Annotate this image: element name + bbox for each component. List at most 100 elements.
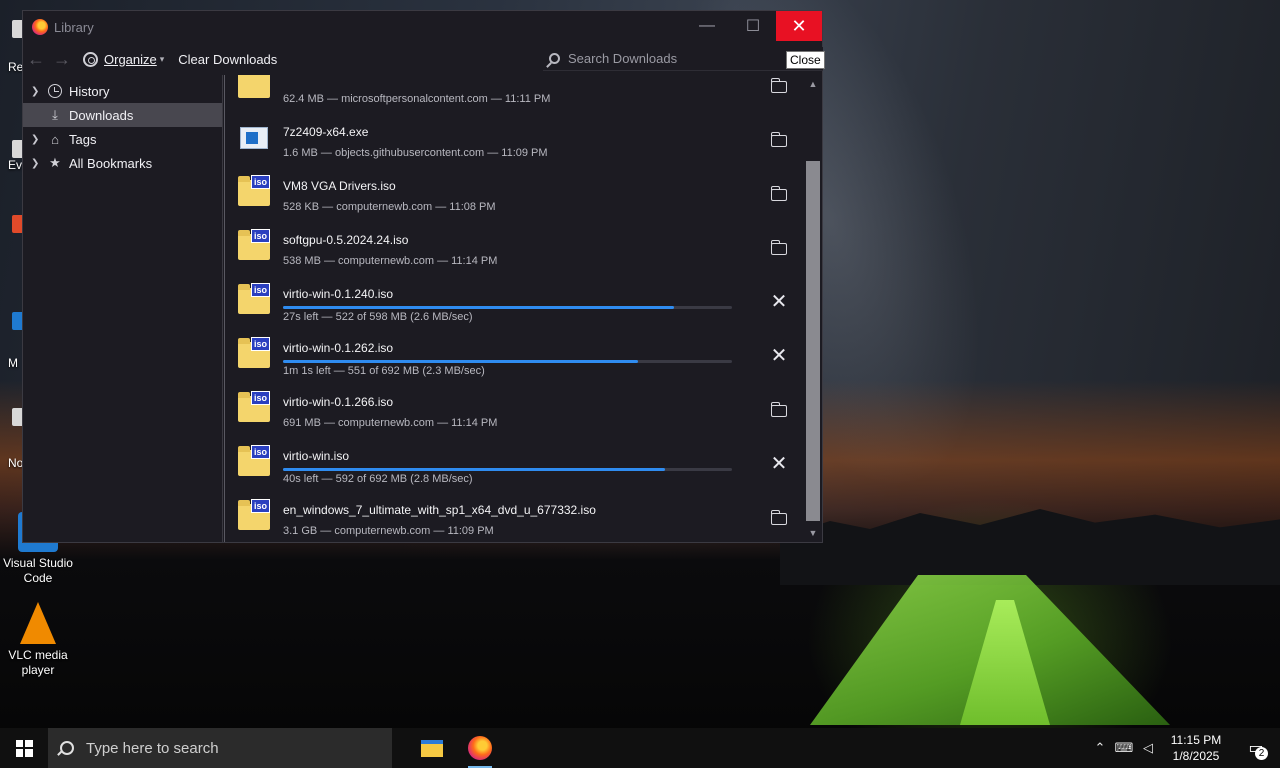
iso-file-icon: iso (238, 391, 270, 422)
sidebar-item-label: Downloads (69, 107, 134, 123)
window-title: Library (54, 19, 94, 35)
iso-badge: iso (250, 283, 270, 297)
iso-file-icon: iso (238, 175, 270, 206)
notifications-button[interactable]: ▭ 2 (1232, 728, 1280, 768)
iso-badge: iso (250, 391, 270, 405)
show-in-folder-button[interactable] (770, 77, 788, 95)
download-progress-fill (283, 306, 674, 309)
scrollbar[interactable]: ▲ ▼ (804, 75, 822, 542)
cancel-download-button[interactable]: ✕ (770, 292, 788, 312)
minimize-button[interactable]: — (684, 11, 730, 41)
download-row[interactable]: 62.4 MB — microsoftpersonalcontent.com —… (225, 75, 804, 113)
cancel-download-button[interactable]: ✕ (770, 346, 788, 366)
volume-muted-icon[interactable]: ◁ (1136, 740, 1160, 756)
iso-badge: iso (250, 445, 270, 459)
expand-arrow-icon[interactable]: ❯ (31, 134, 45, 145)
search-input[interactable] (568, 51, 798, 66)
search-icon (549, 53, 560, 64)
download-row[interactable]: 7z2409-x64.exe 1.6 MB — objects.githubuse… (225, 113, 804, 167)
sidebar-item-downloads[interactable]: ⤓ Downloads (23, 103, 222, 127)
iso-badge: iso (250, 499, 270, 513)
download-progress-fill (283, 468, 665, 471)
sidebar-item-label: Tags (69, 131, 97, 147)
show-in-folder-button[interactable] (770, 509, 788, 527)
desktop-label-partial: M (8, 356, 18, 370)
show-in-folder-button[interactable] (770, 185, 788, 203)
start-button[interactable] (0, 728, 48, 768)
network-icon[interactable]: ⌨ (1112, 740, 1136, 756)
download-status: 1.6 MB — objects.githubusercontent.com —… (283, 147, 548, 159)
file-explorer-icon (421, 739, 443, 757)
download-row[interactable]: iso VM8 VGA Drivers.iso 528 KB — computern… (225, 167, 804, 221)
exe-file-icon (240, 127, 268, 149)
sidebar-item-all-bookmarks[interactable]: ❯ ★ All Bookmarks (23, 151, 222, 175)
taskbar-search[interactable]: Type here to search (48, 728, 392, 768)
gear-icon (83, 51, 98, 67)
scroll-thumb[interactable] (806, 161, 820, 521)
download-status: 40s left — 592 of 692 MB (2.8 MB/sec) (283, 473, 473, 485)
file-explorer-taskbar-button[interactable] (408, 728, 456, 768)
desktop-icon-vlc[interactable]: VLC media player (0, 602, 76, 678)
organize-button[interactable]: Organize ▾ (83, 51, 165, 67)
expand-arrow-icon[interactable]: ❯ (31, 86, 45, 97)
download-filename: en_windows_7_ultimate_with_sp1_x64_dvd_u… (283, 503, 596, 517)
scroll-down-arrow-icon[interactable]: ▼ (804, 524, 822, 542)
download-filename: softgpu-0.5.2024.24.iso (283, 233, 409, 247)
organize-label: Organize (104, 51, 157, 67)
forward-arrow-icon[interactable]: → (49, 49, 75, 70)
chevron-down-icon: ▾ (159, 53, 165, 64)
title-bar[interactable]: Library — ☐ ✕ (23, 11, 822, 43)
show-in-folder-button[interactable] (770, 131, 788, 149)
firefox-icon (468, 736, 492, 760)
download-filename: VM8 VGA Drivers.iso (283, 179, 396, 193)
desktop-label-partial: Ev (8, 158, 23, 172)
expand-arrow-icon[interactable]: ❯ (31, 158, 45, 169)
download-row[interactable]: iso softgpu-0.5.2024.24.iso 538 MB — compu… (225, 221, 804, 275)
iso-file-icon: iso (238, 499, 270, 530)
download-progress-bar (283, 468, 732, 471)
maximize-button[interactable]: ☐ (730, 11, 776, 41)
taskbar-search-placeholder: Type here to search (86, 739, 219, 757)
download-row[interactable]: iso virtio-win.iso 40s left — 592 of 692 M… (225, 437, 804, 491)
cancel-download-button[interactable]: ✕ (770, 453, 788, 475)
chevron-up-icon[interactable]: ⌃ (1088, 740, 1112, 756)
clock-date: 1/8/2025 (1172, 749, 1220, 763)
taskbar: Type here to search ⌃ ⌨ ◁ 11:15 PM 1/8/2… (0, 728, 1280, 768)
sidebar-item-history[interactable]: ❯ History (23, 79, 222, 103)
close-icon: ✕ (770, 453, 788, 475)
sidebar-item-tags[interactable]: ❯ ⌂ Tags (23, 127, 222, 151)
star-icon: ★ (49, 155, 61, 170)
folder-icon (770, 510, 787, 525)
close-button[interactable]: ✕ (776, 11, 822, 41)
search-box[interactable] (543, 47, 823, 71)
iso-badge: iso (250, 175, 270, 189)
download-status: 528 KB — computernewb.com — 11:08 PM (283, 201, 496, 213)
system-tray: ⌃ ⌨ ◁ 11:15 PM 1/8/2025 ▭ 2 (1088, 728, 1280, 768)
download-row[interactable]: iso virtio-win-0.1.240.iso 27s left — 522 … (225, 275, 804, 329)
library-window: Library — ☐ ✕ ← → Organize ▾ Clear Downl… (22, 10, 823, 543)
taskbar-clock[interactable]: 11:15 PM 1/8/2025 (1160, 732, 1232, 764)
download-filename: 7z2409-x64.exe (283, 125, 369, 139)
firefox-icon (32, 19, 48, 35)
back-arrow-icon[interactable]: ← (23, 49, 49, 70)
firefox-taskbar-button[interactable] (456, 728, 504, 768)
scroll-up-arrow-icon[interactable]: ▲ (804, 75, 822, 93)
download-row[interactable]: iso virtio-win-0.1.262.iso 1m 1s left — 55… (225, 329, 804, 383)
mountain-silhouette (780, 509, 1280, 585)
desktop-icon-label: Visual Studio Code (3, 556, 73, 585)
download-status: 538 MB — computernewb.com — 11:14 PM (283, 255, 498, 267)
iso-badge: iso (250, 337, 270, 351)
windows-logo-icon (15, 739, 33, 757)
toolbar: ← → Organize ▾ Clear Downloads (23, 43, 823, 75)
download-row[interactable]: iso virtio-win-0.1.266.iso 691 MB — comput… (225, 383, 804, 437)
clear-downloads-button[interactable]: Clear Downloads (178, 52, 277, 67)
tag-icon: ⌂ (51, 131, 59, 147)
show-in-folder-button[interactable] (770, 401, 788, 419)
clock-icon (47, 83, 63, 99)
file-icon (238, 75, 270, 98)
folder-icon (770, 186, 787, 201)
show-in-folder-button[interactable] (770, 239, 788, 257)
download-progress-bar (283, 306, 732, 309)
download-row[interactable]: iso en_windows_7_ultimate_with_sp1_x64_dv… (225, 491, 804, 542)
iso-file-icon: iso (238, 445, 270, 476)
